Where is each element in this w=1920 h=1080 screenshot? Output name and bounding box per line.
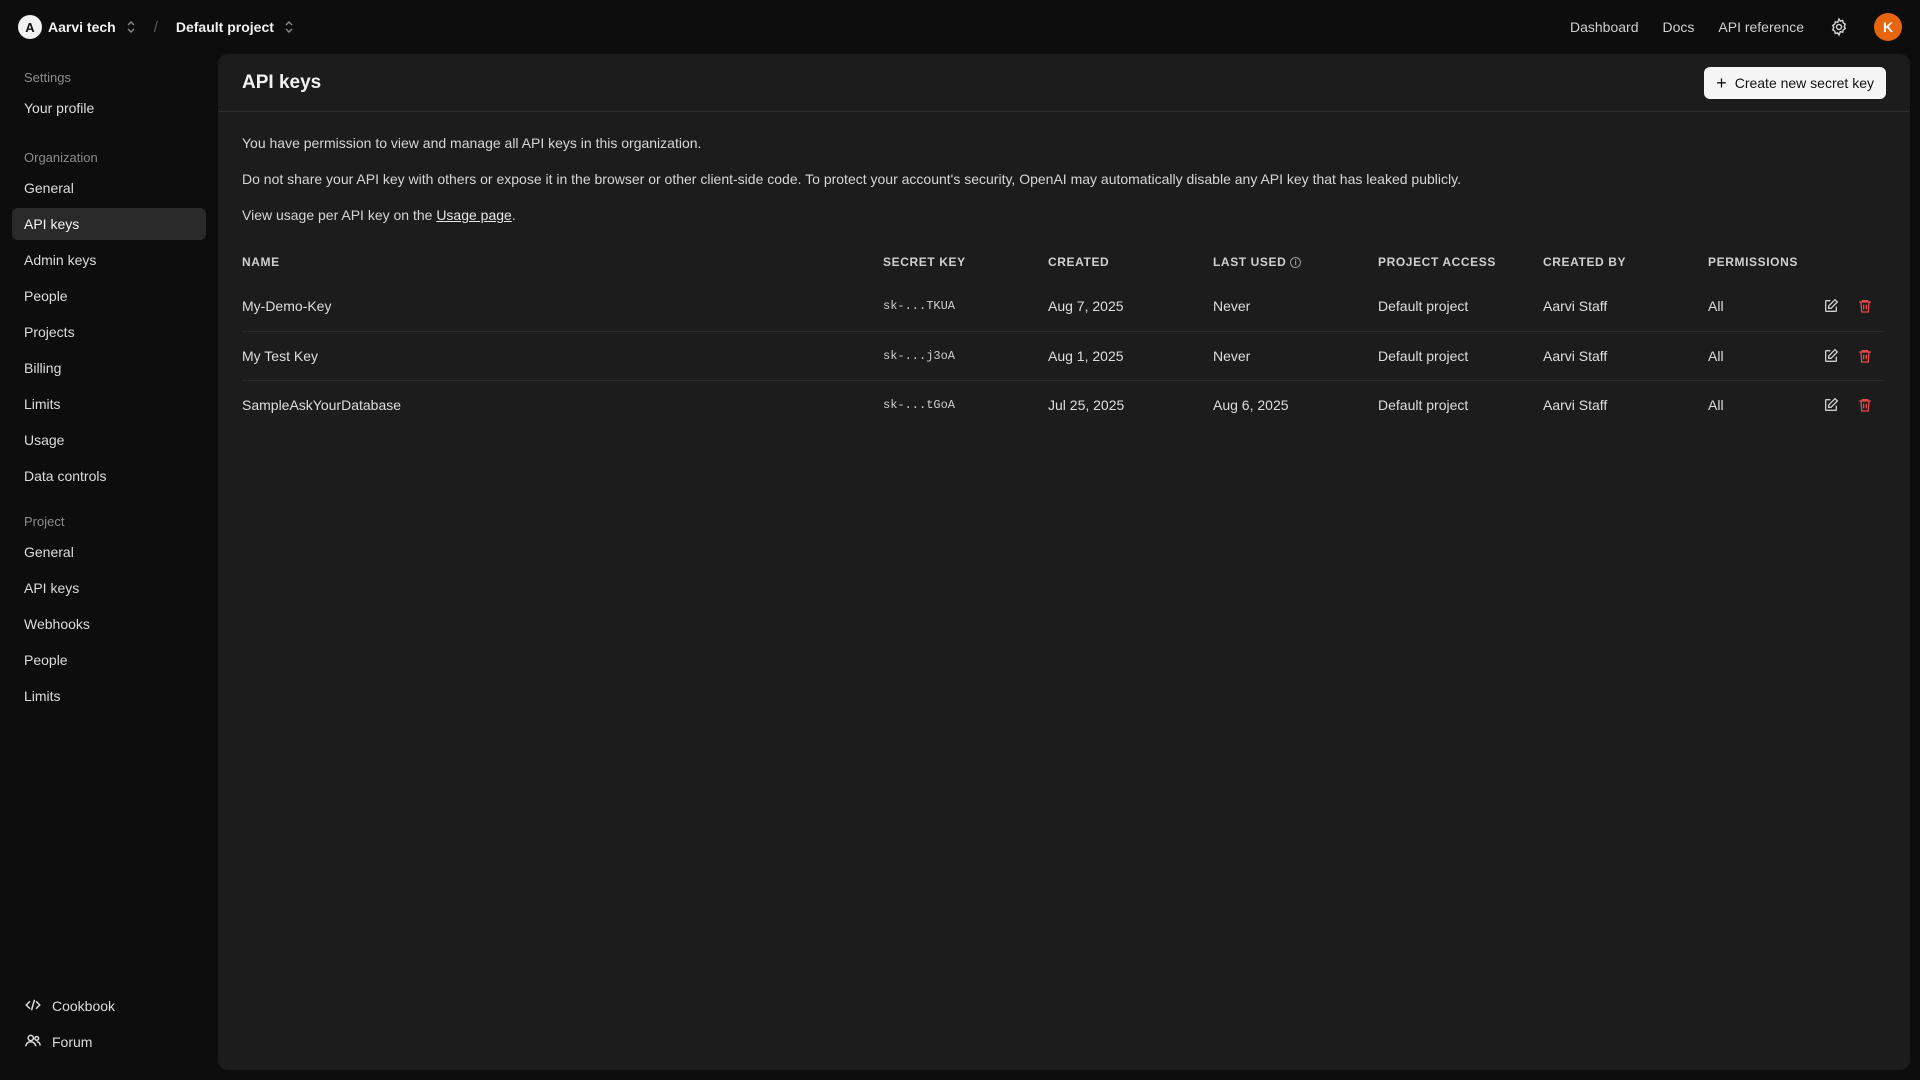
key-name: My-Demo-Key xyxy=(242,282,883,332)
api-keys-table: NAME SECRET KEY CREATED LAST USED i PROJE… xyxy=(242,242,1884,429)
sidebar-item-project-api-keys[interactable]: API keys xyxy=(12,572,206,604)
secret-key: sk-...tGoA xyxy=(883,397,956,412)
created-date: Aug 7, 2025 xyxy=(1048,282,1213,332)
main-panel: API keys + Create new secret key You hav… xyxy=(218,54,1910,1070)
chevron-updown-icon xyxy=(284,21,294,33)
project-access: Default project xyxy=(1378,396,1469,413)
info-notes: You have permission to view and manage a… xyxy=(218,112,1910,224)
project-access: Default project xyxy=(1378,282,1543,332)
main-header: API keys + Create new secret key xyxy=(218,54,1910,112)
trash-icon[interactable] xyxy=(1856,347,1874,365)
table-row: SampleAskYourDatabase sk-...tGoA Jul 25,… xyxy=(242,380,1884,429)
edit-icon[interactable] xyxy=(1822,297,1840,315)
edit-icon[interactable] xyxy=(1822,396,1840,414)
sidebar-item-org-limits[interactable]: Limits xyxy=(12,388,206,420)
created-date: Aug 1, 2025 xyxy=(1048,331,1213,381)
sidebar-item-usage[interactable]: Usage xyxy=(12,424,206,456)
breadcrumb: A Aarvi tech / Default project xyxy=(18,15,294,39)
sidebar-item-webhooks[interactable]: Webhooks xyxy=(12,608,206,640)
cookbook-label: Cookbook xyxy=(52,998,116,1014)
sidebar-item-org-general[interactable]: General xyxy=(12,172,206,204)
create-secret-key-button[interactable]: + Create new secret key xyxy=(1704,66,1886,99)
table-row: My-Demo-Key sk-...TKUA Aug 7, 2025 Never… xyxy=(242,282,1884,332)
last-used-label: LAST USED xyxy=(1213,255,1287,269)
table-header-row: NAME SECRET KEY CREATED LAST USED i PROJE… xyxy=(242,242,1884,282)
sidebar-item-cookbook[interactable]: Cookbook xyxy=(12,990,206,1022)
created-by: Aarvi Staff xyxy=(1543,396,1608,413)
column-header-project-access: PROJECT ACCESS xyxy=(1378,255,1496,269)
nav-api-reference-link[interactable]: API reference xyxy=(1718,19,1804,35)
sidebar-item-org-people[interactable]: People xyxy=(12,280,206,312)
column-header-last-used: LAST USED i xyxy=(1213,242,1378,282)
created-by: Aarvi Staff xyxy=(1543,282,1708,332)
sidebar-heading-settings: Settings xyxy=(24,69,71,85)
created-by: Aarvi Staff xyxy=(1543,331,1708,381)
project-switcher[interactable]: Default project xyxy=(176,19,294,35)
forum-label: Forum xyxy=(52,1034,93,1050)
table-row: My Test Key sk-...j3oA Aug 1, 2025 Never… xyxy=(242,331,1884,381)
permissions: All xyxy=(1708,331,1808,381)
sidebar-heading-organization: Organization xyxy=(24,149,98,165)
sidebar-item-admin-keys[interactable]: Admin keys xyxy=(12,244,206,276)
usage-note-prefix: View usage per API key on the xyxy=(242,207,437,223)
column-header-created: CREATED xyxy=(1048,255,1110,269)
sidebar-item-forum[interactable]: Forum xyxy=(12,1026,206,1058)
page-title: API keys xyxy=(242,71,322,93)
info-icon[interactable]: i xyxy=(1290,257,1302,269)
permissions: All xyxy=(1708,396,1724,413)
edit-icon[interactable] xyxy=(1822,347,1840,365)
project-name: Default project xyxy=(175,19,274,35)
permissions: All xyxy=(1708,282,1808,332)
sidebar-item-project-people[interactable]: People xyxy=(12,644,206,676)
org-name: Aarvi tech xyxy=(48,19,116,35)
column-header-actions xyxy=(1808,242,1884,282)
create-secret-key-label: Create new secret key xyxy=(1734,74,1874,91)
sidebar-item-org-api-keys[interactable]: API keys xyxy=(12,208,206,240)
last-used: Aug 6, 2025 xyxy=(1213,396,1289,413)
code-icon xyxy=(24,996,42,1017)
permission-note: You have permission to view and manage a… xyxy=(242,135,702,151)
last-used: Never xyxy=(1213,282,1378,332)
column-header-permissions: PERMISSIONS xyxy=(1708,255,1798,269)
sidebar-item-project-general[interactable]: General xyxy=(12,536,206,568)
key-name: My Test Key xyxy=(242,331,883,381)
column-header-secret-key: SECRET KEY xyxy=(883,255,966,269)
sidebar-heading-project: Project xyxy=(24,513,65,529)
nav-dashboard-link[interactable]: Dashboard xyxy=(1570,19,1639,35)
secret-key: sk-...TKUA xyxy=(883,282,1048,332)
project-access: Default project xyxy=(1378,331,1543,381)
trash-icon[interactable] xyxy=(1856,396,1874,414)
created-date: Jul 25, 2025 xyxy=(1048,396,1125,413)
chevron-updown-icon xyxy=(126,21,136,33)
sidebar-footer: Cookbook Forum xyxy=(12,990,206,1062)
security-note: Do not share your API key with others or… xyxy=(242,171,1461,187)
last-used: Never xyxy=(1213,331,1378,381)
gear-icon[interactable] xyxy=(1828,16,1850,38)
sidebar-item-data-controls[interactable]: Data controls xyxy=(12,460,206,492)
usage-page-link[interactable]: Usage page xyxy=(436,207,512,223)
user-avatar[interactable]: K xyxy=(1874,13,1902,41)
sidebar-item-billing[interactable]: Billing xyxy=(12,352,206,384)
nav-docs-link[interactable]: Docs xyxy=(1662,19,1694,35)
column-header-name: NAME xyxy=(242,255,280,269)
top-bar: A Aarvi tech / Default project Dashboard… xyxy=(0,0,1920,54)
secret-key: sk-...j3oA xyxy=(883,331,1048,381)
column-header-created-by: CREATED BY xyxy=(1543,255,1627,269)
usage-note-suffix: . xyxy=(511,207,516,223)
users-icon xyxy=(24,1032,42,1053)
usage-note: View usage per API key on the Usage page… xyxy=(242,206,1886,224)
sidebar-item-your-profile[interactable]: Your profile xyxy=(12,92,206,124)
plus-icon: + xyxy=(1716,72,1727,93)
sidebar-item-project-limits[interactable]: Limits xyxy=(12,680,206,712)
breadcrumb-separator: / xyxy=(153,18,158,36)
top-nav: Dashboard Docs API reference K xyxy=(1570,13,1902,41)
key-name: SampleAskYourDatabase xyxy=(242,396,402,413)
org-switcher[interactable]: A Aarvi tech xyxy=(18,15,136,39)
sidebar-item-projects[interactable]: Projects xyxy=(12,316,206,348)
sidebar: Settings Your profile Organization Gener… xyxy=(0,54,218,1080)
org-avatar: A xyxy=(18,15,42,39)
trash-icon[interactable] xyxy=(1856,297,1874,315)
